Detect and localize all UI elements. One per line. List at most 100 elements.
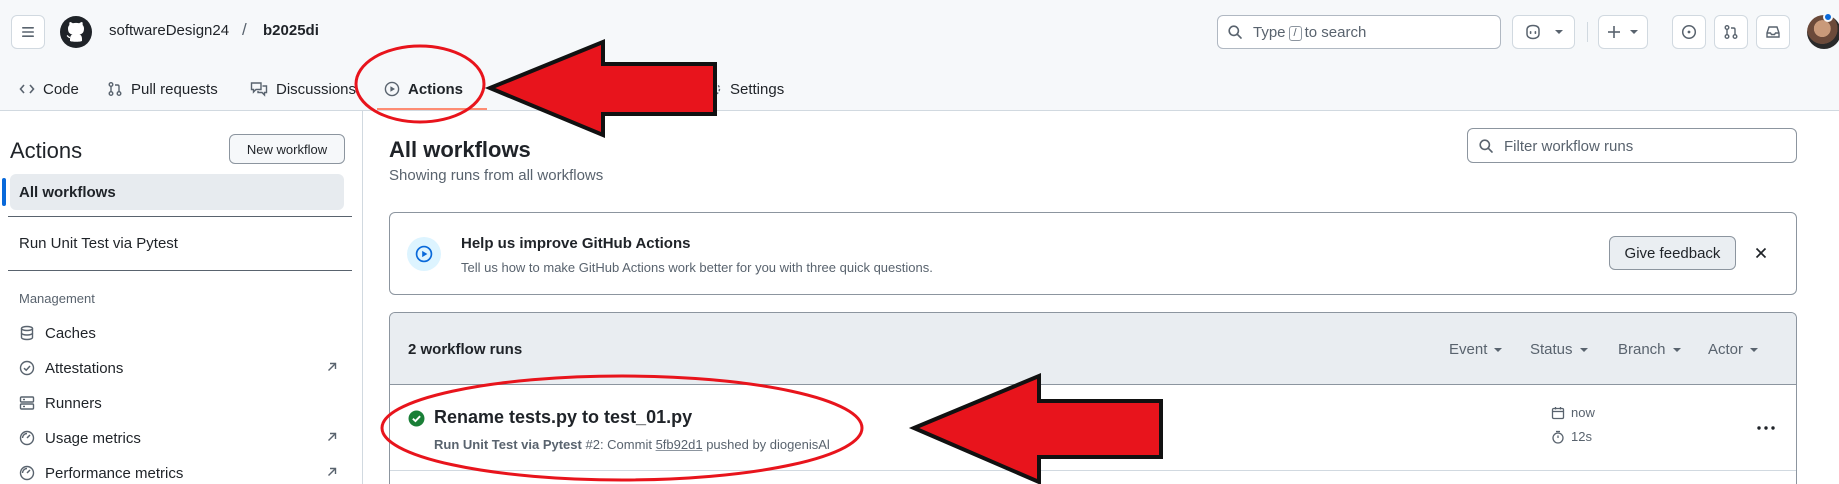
breadcrumb-repo[interactable]: b2025di — [263, 22, 319, 39]
filter-label: Branch — [1618, 341, 1666, 358]
play-icon — [415, 245, 433, 263]
run-title-link[interactable]: Rename tests.py to test_01.py — [434, 407, 692, 428]
notification-indicator — [1823, 12, 1833, 22]
tab-label: Code — [43, 80, 79, 98]
comment-discussion-icon — [250, 82, 268, 97]
sidebar-item-workflow[interactable]: Run Unit Test via Pytest — [19, 235, 178, 252]
search-placeholder: Type / to search — [1253, 24, 1367, 41]
page-subtitle: Showing runs from all workflows — [389, 167, 604, 184]
banner-title: Help us improve GitHub Actions — [461, 235, 691, 252]
feedback-banner: Help us improve GitHub Actions Tell us h… — [389, 212, 1797, 295]
tab-label: Pull requests — [131, 80, 218, 98]
git-pull-request-icon — [1724, 25, 1738, 39]
git-pull-request-icon — [108, 82, 122, 96]
filter-status-dropdown[interactable]: Status — [1530, 341, 1589, 358]
tab-actions[interactable]: Actions — [384, 74, 463, 104]
filter-label: Status — [1530, 341, 1573, 358]
sidebar-item-label: Usage metrics — [45, 429, 141, 447]
chevron-down-icon — [1672, 347, 1681, 352]
filter-branch-dropdown[interactable]: Branch — [1618, 341, 1682, 358]
sidebar-item-attestations[interactable]: Attestations — [19, 356, 339, 380]
tab-pull-requests[interactable]: Pull requests — [107, 74, 218, 104]
banner-text: Tell us how to make GitHub Actions work … — [461, 260, 933, 275]
search-icon — [1479, 139, 1493, 153]
breadcrumb-separator: / — [242, 20, 247, 39]
inbox-icon — [1766, 26, 1780, 38]
hamburger-icon — [22, 27, 34, 37]
stopwatch-icon — [1552, 430, 1564, 444]
sidebar-item-label: All workflows — [19, 183, 116, 201]
sidebar-item-label: Attestations — [45, 359, 124, 377]
tab-label: Settings — [730, 80, 785, 98]
sidebar-title: Actions — [10, 138, 83, 163]
inbox-button[interactable] — [1756, 15, 1790, 49]
sidebar-item-label: Caches — [45, 324, 96, 342]
sidebar-item-usage-metrics[interactable]: Usage metrics — [19, 426, 339, 450]
filter-label: Event — [1449, 341, 1488, 358]
filter-event-dropdown[interactable]: Event — [1449, 341, 1503, 358]
sidebar-item-performance-metrics[interactable]: Performance metrics — [19, 461, 339, 484]
run-commit-label: : Commit — [599, 437, 652, 452]
copilot-icon — [1525, 24, 1540, 40]
arrow-up-right-icon — [328, 362, 337, 371]
sidebar-item-all-workflows[interactable]: All workflows — [10, 174, 344, 210]
arrow-up-right-icon — [328, 467, 337, 476]
issues-button[interactable] — [1672, 15, 1706, 49]
create-new-button[interactable] — [1598, 15, 1648, 49]
menu-button[interactable] — [11, 15, 45, 49]
chevron-down-icon — [1750, 347, 1759, 352]
run-duration: 12s — [1551, 429, 1592, 444]
actions-sidebar: Actions New workflow All workflows Run U… — [0, 111, 362, 484]
run-when-label: now — [1571, 405, 1595, 420]
chevron-down-icon — [1494, 347, 1503, 352]
page-title: All workflows — [389, 137, 531, 162]
sidebar-item-runners[interactable]: Runners — [19, 391, 339, 415]
tab-code[interactable]: Code — [19, 74, 79, 104]
run-pushed-by: pushed by diogenisAl — [706, 437, 830, 452]
run-workflow-name: Run Unit Test via Pytest — [434, 437, 582, 452]
new-workflow-button[interactable]: New workflow — [229, 134, 345, 164]
chevron-down-icon — [1579, 347, 1588, 352]
copilot-button[interactable] — [1512, 15, 1575, 49]
active-tab-underline — [377, 108, 487, 110]
close-icon — [1755, 247, 1767, 259]
chevron-down-icon — [1630, 30, 1638, 34]
gear-icon — [707, 82, 721, 96]
meter-icon — [19, 465, 35, 481]
sidebar-divider — [362, 111, 363, 484]
give-feedback-button[interactable]: Give feedback — [1609, 236, 1736, 270]
workflow-run-row[interactable]: Rename tests.py to test_01.py Run Unit T… — [390, 385, 1796, 471]
sidebar-section-heading: Management — [19, 291, 95, 306]
check-circle-icon — [19, 360, 35, 376]
repo-nav-tabs: Code Pull requests Discussions Actions S… — [0, 64, 1839, 111]
commit-sha-link[interactable]: 5fb92d1 — [656, 437, 703, 452]
breadcrumb-owner[interactable]: softwareDesign24 — [109, 22, 229, 39]
user-avatar[interactable] — [1807, 15, 1839, 49]
server-icon — [19, 396, 35, 410]
tab-settings[interactable]: Settings — [706, 74, 784, 104]
run-timestamp: now — [1551, 405, 1595, 420]
sidebar-item-label: Performance metrics — [45, 464, 184, 482]
divider — [8, 216, 352, 217]
run-meta: Run Unit Test via Pytest #2: Commit 5fb9… — [434, 437, 830, 452]
workflow-runs-list: 2 workflow runs Event Status Branch Acto… — [389, 312, 1797, 484]
pull-requests-button[interactable] — [1714, 15, 1748, 49]
kebab-horizontal-icon — [1757, 426, 1775, 430]
run-options-button[interactable] — [1753, 415, 1779, 441]
tab-label: Discussions — [276, 80, 357, 98]
chevron-down-icon — [1554, 30, 1563, 34]
close-banner-button[interactable] — [1750, 242, 1772, 264]
filter-workflow-runs-input[interactable]: Filter workflow runs — [1467, 128, 1797, 163]
filter-actor-dropdown[interactable]: Actor — [1708, 341, 1759, 358]
code-icon — [19, 84, 35, 94]
divider — [8, 270, 352, 271]
tab-discussions[interactable]: Discussions — [250, 74, 356, 104]
header-divider — [1587, 22, 1588, 42]
github-logo-icon[interactable] — [59, 15, 93, 49]
banner-icon-wrap — [407, 237, 441, 271]
sidebar-item-caches[interactable]: Caches — [19, 321, 339, 345]
database-icon — [20, 325, 34, 341]
search-shortcut-key: / — [1288, 26, 1302, 41]
global-search-input[interactable]: Type / to search — [1217, 15, 1501, 49]
arrow-up-right-icon — [328, 432, 337, 441]
